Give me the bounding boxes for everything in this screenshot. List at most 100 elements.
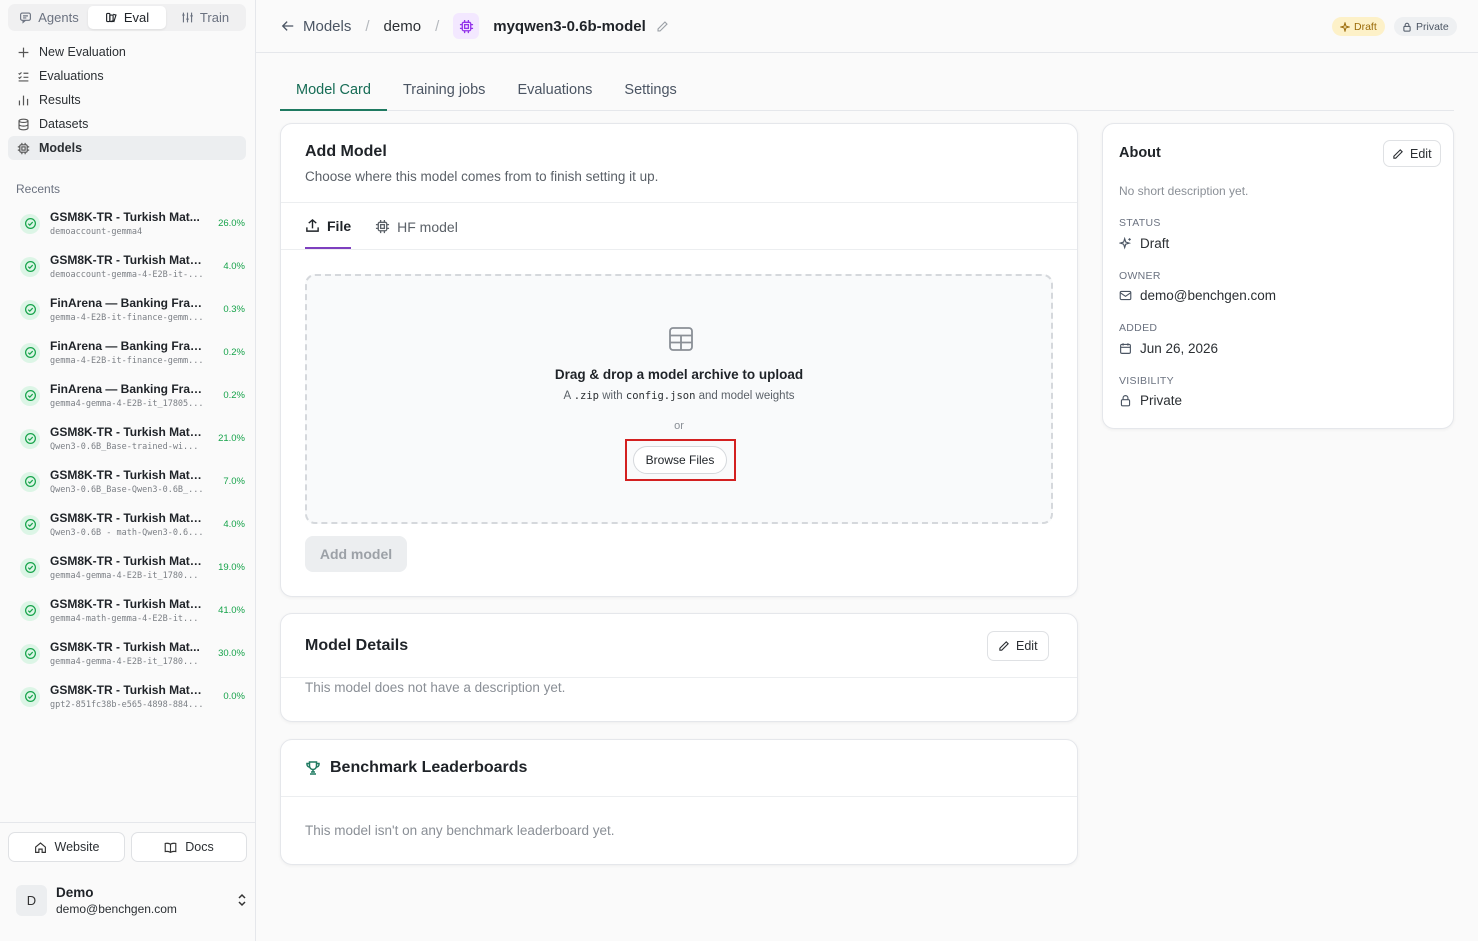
recent-score: 0.2% [223,347,245,358]
browse-files-button[interactable]: Browse Files [633,446,727,474]
recent-evaluation-item[interactable]: FinArena — Banking Fraud... gemma4-gemma-… [8,374,246,417]
table-grid-icon [669,327,693,351]
nav-label: Datasets [39,117,89,131]
recent-evaluation-item[interactable]: GSM8K-TR - Turkish Mat... gemma4-gemma-4-… [8,632,246,675]
recents-heading: Recents [16,182,61,196]
tab-training-jobs[interactable]: Training jobs [387,70,501,110]
recent-title: GSM8K-TR - Turkish Math ... [50,468,206,482]
nav-evaluations[interactable]: Evaluations [8,64,246,88]
recents-list: GSM8K-TR - Turkish Mat... demoaccount-gem… [8,202,246,718]
hint-text: with [602,390,623,402]
calendar-icon [1120,343,1131,354]
bar-chart-icon [18,95,29,105]
recent-evaluation-item[interactable]: FinArena — Banking Fraud... gemma-4-E2B-i… [8,288,246,331]
divider [281,796,1077,797]
sparkle-icon [1119,237,1132,250]
status-text: Draft [1140,236,1170,251]
recent-model: gemma4-gemma-4-E2B-it_1780... [50,571,199,581]
chevron-up-down-icon [238,893,246,907]
file-dropzone[interactable]: Drag & drop a model archive to upload A … [305,274,1053,524]
added-text: Jun 26, 2026 [1140,341,1219,356]
pencil-icon [1393,148,1403,159]
breadcrumb-separator: / [365,17,370,35]
divider [281,249,1077,250]
recent-score: 7.0% [223,476,245,487]
nav-models[interactable]: Models [8,136,246,160]
arrow-left-icon [281,21,294,31]
recent-score: 21.0% [218,433,245,444]
check-circle-icon [20,471,40,492]
recent-model: demoaccount-gemma-4-E2B-it-... [50,270,204,280]
nav-label: New Evaluation [39,45,126,59]
recent-evaluation-item[interactable]: GSM8K-TR - Turkish Math... Qwen3-0.6B_Bas… [8,417,246,460]
source-tab-hf-model[interactable]: HF model [375,204,458,249]
tab-evaluations[interactable]: Evaluations [501,70,608,110]
edit-label: Edit [1016,639,1038,653]
rename-pencil-icon[interactable] [656,20,669,33]
source-tab-file[interactable]: File [305,204,352,249]
add-model-title: Add Model [305,143,387,160]
docs-button[interactable]: Docs [131,832,247,862]
recent-evaluation-item[interactable]: GSM8K-TR - Turkish Math... gemma4-gemma-4… [8,546,246,589]
trophy-icon [306,761,320,775]
mode-train-button[interactable]: Train [166,6,244,29]
recent-score: 19.0% [218,562,245,573]
added-value: Jun 26, 2026 [1119,341,1218,356]
add-model-button[interactable]: Add model [305,536,407,572]
about-card: About Edit No short description yet. STA… [1102,123,1454,429]
mode-eval-button[interactable]: Eval [88,6,166,29]
mail-icon [1119,290,1132,301]
check-circle-icon [20,643,40,664]
mode-agents-button[interactable]: Agents [10,6,88,29]
back-to-models-link[interactable]: Models [281,18,351,35]
edit-about-button[interactable]: Edit [1383,140,1441,167]
chip-icon [17,142,30,154]
recent-title: GSM8K-TR - Turkish Math ... [50,511,206,525]
docs-label: Docs [185,840,214,854]
nav-new-evaluation[interactable]: New Evaluation [8,40,246,64]
book-icon [164,842,177,853]
visibility-label: VISIBILITY [1119,375,1174,387]
edit-label: Edit [1410,146,1432,161]
hint-zip: .zip [573,390,600,402]
edit-details-button[interactable]: Edit [987,631,1049,661]
database-icon [18,118,29,130]
user-name: Demo [56,884,94,900]
model-details-title: Model Details [305,637,409,654]
draft-status-badge: Draft [1332,17,1385,36]
upload-icon [306,218,319,232]
nav-datasets[interactable]: Datasets [8,112,246,136]
model-description-empty: This model does not have a description y… [305,680,566,695]
tab-settings[interactable]: Settings [608,70,692,110]
recent-model: gemma-4-E2B-it-finance-gemm... [50,313,204,323]
recent-evaluation-item[interactable]: GSM8K-TR - Turkish Math ... Qwen3-0.6B_Ba… [8,460,246,503]
check-circle-icon [20,299,40,320]
recent-title: GSM8K-TR - Turkish Mat... [50,210,200,224]
breadcrumb-project[interactable]: demo [384,18,422,35]
recent-score: 4.0% [223,261,245,272]
tab-model-card[interactable]: Model Card [280,70,387,111]
sidebar: Agents Eval Train New Evaluation Evaluat… [0,0,256,941]
status-value: Draft [1119,236,1169,251]
model-details-card: Model Details Edit This model does not h… [280,613,1078,722]
breadcrumb-models: Models [303,17,352,35]
avatar: D [16,884,47,916]
recent-evaluation-item[interactable]: GSM8K-TR - Turkish Math ... Qwen3-0.6B - … [8,503,246,546]
website-button[interactable]: Website [8,832,125,862]
recent-evaluation-item[interactable]: GSM8K-TR - Turkish Math... gemma4-math-ge… [8,589,246,632]
recent-evaluation-item[interactable]: GSM8K-TR - Turkish Math ... demoaccount-g… [8,245,246,288]
nav-label: Evaluations [39,69,104,83]
nav-results[interactable]: Results [8,88,246,112]
model-chip-badge [453,13,480,39]
website-label: Website [54,840,100,854]
recent-model: gemma4-math-gemma-4-E2B-it... [50,614,199,624]
recent-evaluation-item[interactable]: FinArena — Banking Fraud... gemma-4-E2B-i… [8,331,246,374]
hint-text: A [563,390,571,402]
user-menu[interactable]: D Demo demo@benchgen.com [16,884,248,916]
recent-score: 41.0% [218,605,245,616]
recent-title: GSM8K-TR - Turkish Mat... [50,640,200,654]
recent-model: gemma4-gemma-4-E2B-it_1780... [50,657,199,667]
recent-evaluation-item[interactable]: GSM8K-TR - Turkish Math ... gpt2-851fc38b… [8,675,246,718]
dropzone-title: Drag & drop a model archive to upload [554,367,804,382]
recent-evaluation-item[interactable]: GSM8K-TR - Turkish Mat... demoaccount-gem… [8,202,246,245]
